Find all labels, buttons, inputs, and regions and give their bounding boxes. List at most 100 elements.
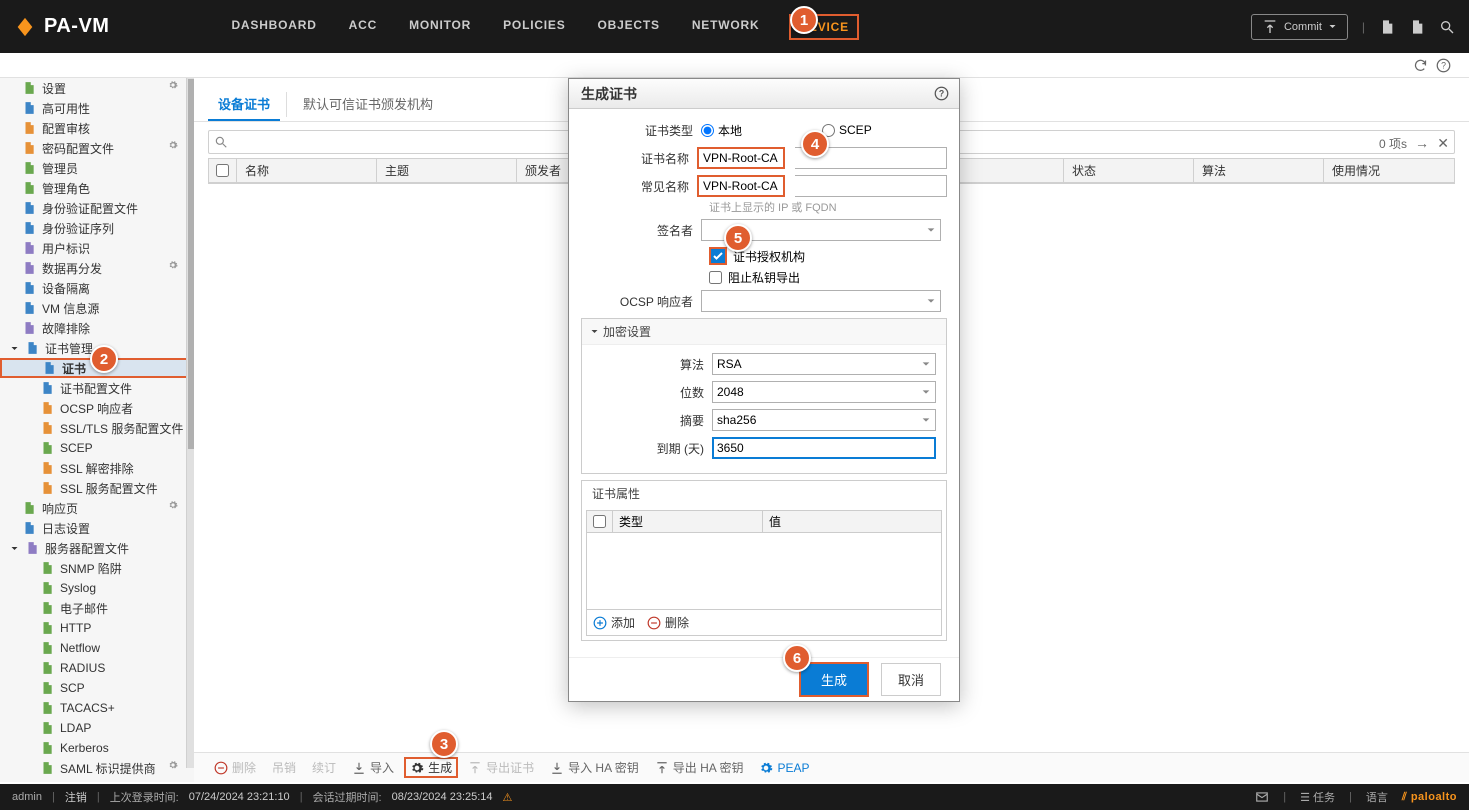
sidebar-item-resp-page[interactable]: 响应页 (0, 498, 194, 518)
mail-icon[interactable] (1255, 790, 1269, 804)
search-icon[interactable] (1439, 19, 1455, 35)
filter-arrow[interactable]: → (1415, 135, 1429, 151)
nav-monitor[interactable]: MONITOR (407, 14, 473, 40)
sidebar-label: HTTP (60, 621, 91, 635)
bits-select[interactable]: 2048 (712, 381, 936, 403)
sidebar-item-user-id[interactable]: 用户标识 (0, 238, 194, 258)
sidebar-item-ha[interactable]: 高可用性 (0, 98, 194, 118)
radio-local[interactable]: 本地 (701, 122, 742, 139)
col-usage[interactable]: 使用情况 (1324, 159, 1454, 182)
attr-check-all[interactable] (587, 511, 613, 532)
stack-icon (22, 121, 36, 135)
cn-input[interactable] (699, 177, 783, 195)
crypto-title[interactable]: 加密设置 (582, 319, 946, 345)
dialog-help-icon[interactable] (934, 86, 949, 101)
footer-logout[interactable]: 注销 (65, 789, 87, 805)
sidebar-item-scp[interactable]: SCP (0, 678, 194, 698)
sidebar-item-ssl-dec[interactable]: SSL 解密排除 (0, 458, 194, 478)
sidebar-item-netflow[interactable]: Netflow (0, 638, 194, 658)
sidebar-item-kerberos[interactable]: Kerberos (0, 738, 194, 758)
sidebar-item-ssl-tls[interactable]: SSL/TLS 服务配置文件 (0, 418, 194, 438)
nav-dashboard[interactable]: DASHBOARD (229, 14, 318, 40)
import-ha-button[interactable]: 导入 HA 密钥 (544, 757, 645, 778)
sidebar-item-settings[interactable]: 设置 (0, 78, 194, 98)
algo-select[interactable]: RSA (712, 353, 936, 375)
sidebar-item-config-review[interactable]: 配置审核 (0, 118, 194, 138)
config-icon[interactable] (1379, 19, 1395, 35)
help-icon[interactable] (1436, 58, 1451, 73)
sidebar-item-cert-profile[interactable]: 证书配置文件 (0, 378, 194, 398)
sidebar-item-radius[interactable]: RADIUS (0, 658, 194, 678)
commit-button[interactable]: Commit (1251, 14, 1348, 40)
grid-check-all[interactable] (209, 159, 237, 182)
sidebar-item-auth-seq[interactable]: 身份验证序列 (0, 218, 194, 238)
sidebar-item-ldap[interactable]: LDAP (0, 718, 194, 738)
col-status[interactable]: 状态 (1064, 159, 1194, 182)
filter-close[interactable]: ✕ (1437, 135, 1449, 152)
row-signer: 签名者 (581, 219, 947, 241)
checkbox[interactable] (216, 164, 229, 177)
nav-policies[interactable]: POLICIES (501, 14, 567, 40)
footer-tasks[interactable]: ☰ 任务 (1300, 789, 1335, 805)
gear-icon[interactable] (168, 500, 178, 510)
sidebar-item-admin[interactable]: 管理员 (0, 158, 194, 178)
col-subject[interactable]: 主题 (377, 159, 517, 182)
minus-icon (647, 616, 661, 630)
nav-acc[interactable]: ACC (347, 14, 379, 40)
generate-button[interactable]: 生成 (404, 757, 458, 778)
lbl-algo: 算法 (592, 356, 712, 373)
sidebar-item-snmp[interactable]: SNMP 陷阱 (0, 558, 194, 578)
refresh-icon[interactable] (1413, 58, 1428, 73)
gear-icon[interactable] (168, 80, 178, 90)
sidebar-item-auth-profile[interactable]: 身份验证配置文件 (0, 198, 194, 218)
sidebar-scroll[interactable] (186, 78, 194, 768)
sidebar-item-admin-role[interactable]: 管理角色 (0, 178, 194, 198)
gear-icon[interactable] (168, 140, 178, 150)
sidebar-item-ocsp[interactable]: OCSP 响应者 (0, 398, 194, 418)
delete-button[interactable]: 删除 (208, 757, 262, 778)
dialog-generate-button[interactable]: 生成 (801, 664, 867, 695)
col-name[interactable]: 名称 (237, 159, 377, 182)
sidebar-item-scep[interactable]: SCEP (0, 438, 194, 458)
gear-icon[interactable] (168, 260, 178, 270)
ocsp-select[interactable] (701, 290, 941, 312)
export-ha-button[interactable]: 导出 HA 密钥 (649, 757, 750, 778)
export-cert-button[interactable]: 导出证书 (462, 757, 540, 778)
sidebar-item-troubleshoot[interactable]: 故障排除 (0, 318, 194, 338)
block-export-checkbox[interactable] (709, 271, 722, 284)
ca-checkbox[interactable] (709, 247, 727, 265)
nav-objects[interactable]: OBJECTS (596, 14, 662, 40)
attr-delete-button[interactable]: 删除 (647, 614, 689, 631)
callout-4: 4 (801, 130, 829, 158)
col-algo[interactable]: 算法 (1194, 159, 1324, 182)
dialog-title-bar[interactable]: 生成证书 (569, 79, 959, 109)
sidebar-label: 日志设置 (42, 520, 90, 537)
expiry-input[interactable] (712, 437, 936, 459)
sidebar-item-syslog[interactable]: Syslog (0, 578, 194, 598)
sidebar-item-ssl-srv[interactable]: SSL 服务配置文件 (0, 478, 194, 498)
dialog-cancel-button[interactable]: 取消 (881, 663, 941, 696)
cert-name-input[interactable] (699, 149, 783, 167)
tab-trusted-ca[interactable]: 默认可信证书颁发机构 (293, 88, 443, 121)
window-icon[interactable] (1409, 19, 1425, 35)
sidebar-item-srv-profile[interactable]: 服务器配置文件 (0, 538, 194, 558)
sidebar-item-log-set[interactable]: 日志设置 (0, 518, 194, 538)
sidebar-item-email[interactable]: 电子邮件 (0, 598, 194, 618)
sidebar-item-password-profile[interactable]: 密码配置文件 (0, 138, 194, 158)
sidebar-item-saml[interactable]: SAML 标识提供商 (0, 758, 194, 778)
nav-network[interactable]: NETWORK (690, 14, 762, 40)
digest-select[interactable]: sha256 (712, 409, 936, 431)
sidebar-item-tacacs[interactable]: TACACS+ (0, 698, 194, 718)
sidebar-item-vm-info[interactable]: VM 信息源 (0, 298, 194, 318)
gear-icon[interactable] (168, 760, 178, 770)
footer-lang[interactable]: 语言 (1366, 789, 1388, 805)
tab-device-cert[interactable]: 设备证书 (208, 88, 280, 121)
radio-scep[interactable]: SCEP (822, 123, 872, 137)
import-button[interactable]: 导入 (346, 757, 400, 778)
sidebar-item-dev-iso[interactable]: 设备隔离 (0, 278, 194, 298)
sidebar-item-http[interactable]: HTTP (0, 618, 194, 638)
sidebar-item-redist[interactable]: 数据再分发 (0, 258, 194, 278)
footer-warn-icon[interactable]: ⚠ (503, 791, 513, 804)
peap-button[interactable]: PEAP (753, 759, 815, 777)
attr-add-button[interactable]: 添加 (593, 614, 635, 631)
